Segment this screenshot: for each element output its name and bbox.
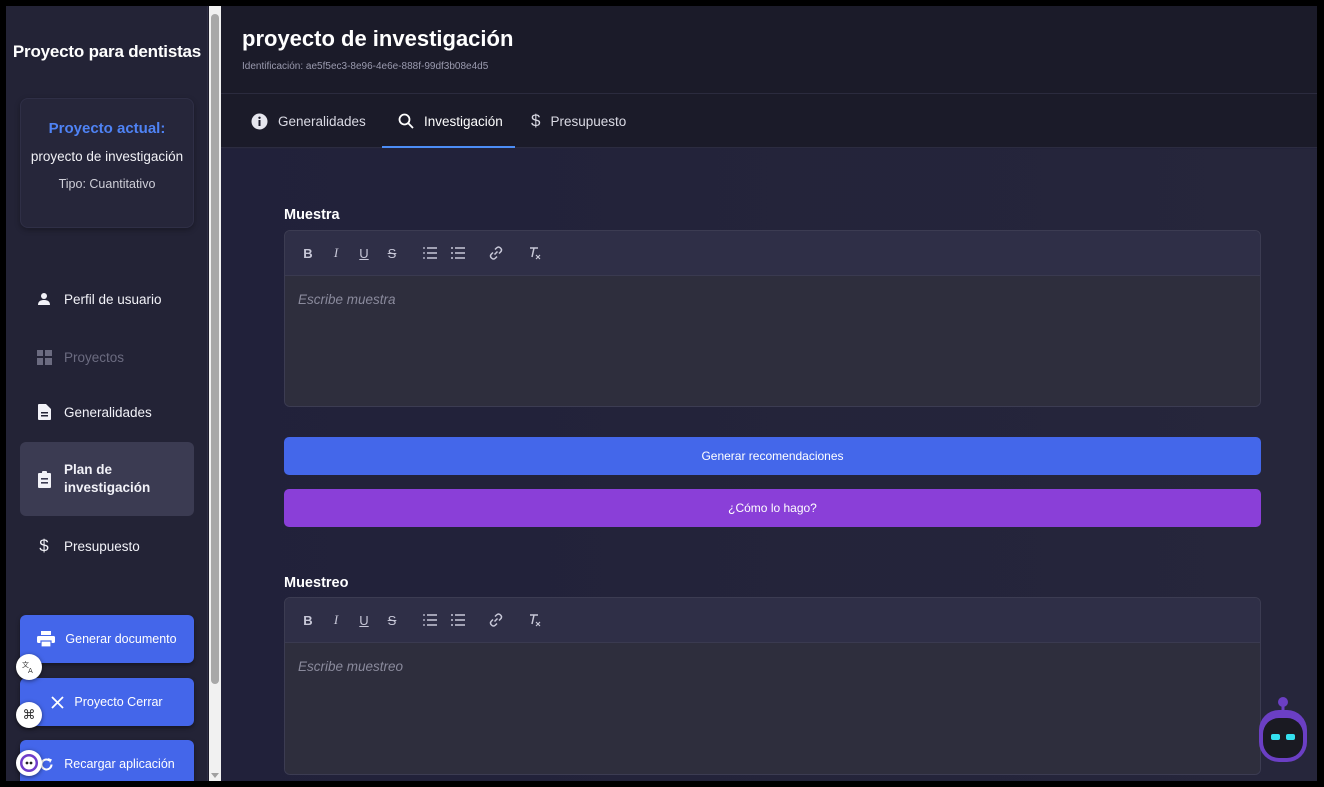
app-window: Proyecto para dentistas Proyecto actual:… (6, 6, 1317, 781)
muestra-editor: B I U S Escribe muestra (284, 230, 1261, 407)
ordered-list-icon[interactable] (420, 243, 440, 263)
user-icon (36, 291, 52, 307)
sidebar-item-generalities[interactable]: Generalidades (20, 391, 194, 433)
sidebar-item-label: Presupuesto (64, 538, 140, 554)
sidebar-item-budget[interactable]: $ Presupuesto (20, 525, 194, 567)
content-area: Muestra B I U S Escribe muestra Generar … (221, 149, 1317, 781)
close-project-label: Proyecto Cerrar (74, 695, 163, 709)
app-title: Proyecto para dentistas (12, 42, 202, 61)
editor-toolbar: B I U S (285, 598, 1260, 643)
muestreo-placeholder: Escribe muestreo (298, 659, 404, 674)
sidebar-scrollbar[interactable] (209, 6, 221, 781)
ordered-list-icon[interactable] (420, 610, 440, 630)
muestra-placeholder: Escribe muestra (298, 292, 396, 307)
main-panel: proyecto de investigación Identificación… (221, 6, 1317, 781)
svg-text:A: A (28, 667, 33, 674)
close-project-button[interactable]: Proyecto Cerrar (20, 678, 194, 726)
current-project-type: Tipo: Cuantitativo (58, 177, 156, 191)
sidebar-item-label-line2: investigación (64, 480, 151, 495)
chatbot-robot-icon[interactable] (1257, 696, 1309, 764)
section-title-muestra: Muestra (284, 207, 340, 223)
bullet-list-icon[interactable] (448, 243, 468, 263)
sidebar-scrollbar-thumb[interactable] (211, 14, 219, 684)
current-project-label: Proyecto actual: (48, 120, 166, 137)
close-icon (51, 695, 65, 709)
clear-format-icon[interactable] (524, 610, 544, 630)
sidebar-item-label: Plan de investigación (64, 461, 150, 497)
scroll-down-arrow-icon[interactable] (211, 771, 219, 779)
sidebar-item-label-line1: Plan de (64, 462, 113, 477)
command-icon[interactable]: ⌘ (16, 702, 42, 728)
clear-format-icon[interactable] (524, 243, 544, 263)
strikethrough-button[interactable]: S (382, 610, 402, 630)
dollar-icon: $ (39, 536, 49, 555)
reload-app-label: Recargar aplicación (64, 757, 175, 771)
assistant-avatar-icon[interactable] (16, 750, 42, 776)
clipboard-icon (36, 470, 52, 488)
link-icon[interactable] (486, 610, 506, 630)
sidebar-item-label: Generalidades (64, 404, 152, 420)
page-title: proyecto de investigación (242, 26, 514, 51)
generate-document-label: Generar documento (65, 632, 177, 646)
how-to-button[interactable]: ¿Cómo lo hago? (284, 489, 1261, 527)
sidebar-item-user-profile[interactable]: Perfil de usuario (20, 278, 194, 320)
sidebar: Proyecto para dentistas Proyecto actual:… (6, 6, 208, 781)
bold-button[interactable]: B (298, 243, 318, 263)
link-icon[interactable] (486, 243, 506, 263)
muestreo-textarea[interactable]: Escribe muestreo (285, 643, 1260, 774)
sidebar-item-label: Perfil de usuario (64, 291, 162, 307)
printer-icon (37, 631, 56, 647)
tab-bar: Generalidades Investigación $ Presupuest… (221, 94, 1317, 148)
generate-recommendations-button[interactable]: Generar recomendaciones (284, 437, 1261, 475)
strikethrough-button[interactable]: S (382, 243, 402, 263)
info-icon (251, 113, 268, 130)
section-title-muestreo: Muestreo (284, 575, 349, 591)
project-identification: Identificación: ae5f5ec3-8e96-4e6e-888f-… (242, 61, 489, 72)
document-icon (36, 404, 52, 420)
reload-app-button[interactable]: Recargar aplicación (20, 740, 194, 781)
tab-research[interactable]: Investigación (382, 94, 515, 148)
editor-toolbar: B I U S (285, 231, 1260, 276)
search-icon (398, 113, 414, 129)
translate-icon[interactable]: 文A (16, 654, 42, 680)
grid-icon (36, 349, 52, 365)
bold-button[interactable]: B (298, 610, 318, 630)
muestra-textarea[interactable]: Escribe muestra (285, 276, 1260, 406)
tab-budget[interactable]: $ Presupuesto (531, 94, 626, 148)
muestreo-editor: B I U S Escribe muestreo (284, 597, 1261, 775)
tab-label: Presupuesto (550, 113, 627, 129)
page-header: proyecto de investigación Identificación… (221, 6, 1317, 94)
italic-button[interactable]: I (326, 610, 346, 630)
sidebar-item-projects[interactable]: Proyectos (20, 336, 194, 378)
sidebar-item-label: Proyectos (64, 349, 125, 365)
tab-generalities[interactable]: Generalidades (251, 94, 366, 148)
tab-label: Investigación (424, 113, 503, 129)
underline-button[interactable]: U (354, 610, 374, 630)
dollar-icon: $ (531, 111, 541, 130)
sidebar-item-research-plan[interactable]: Plan de investigación (20, 442, 194, 516)
underline-button[interactable]: U (354, 243, 374, 263)
italic-button[interactable]: I (326, 243, 346, 263)
tab-label: Generalidades (278, 113, 366, 129)
bullet-list-icon[interactable] (448, 610, 468, 630)
current-project-card: Proyecto actual: proyecto de investigaci… (20, 98, 194, 228)
generate-document-button[interactable]: Generar documento (20, 615, 194, 663)
current-project-name: proyecto de investigación (30, 149, 184, 164)
